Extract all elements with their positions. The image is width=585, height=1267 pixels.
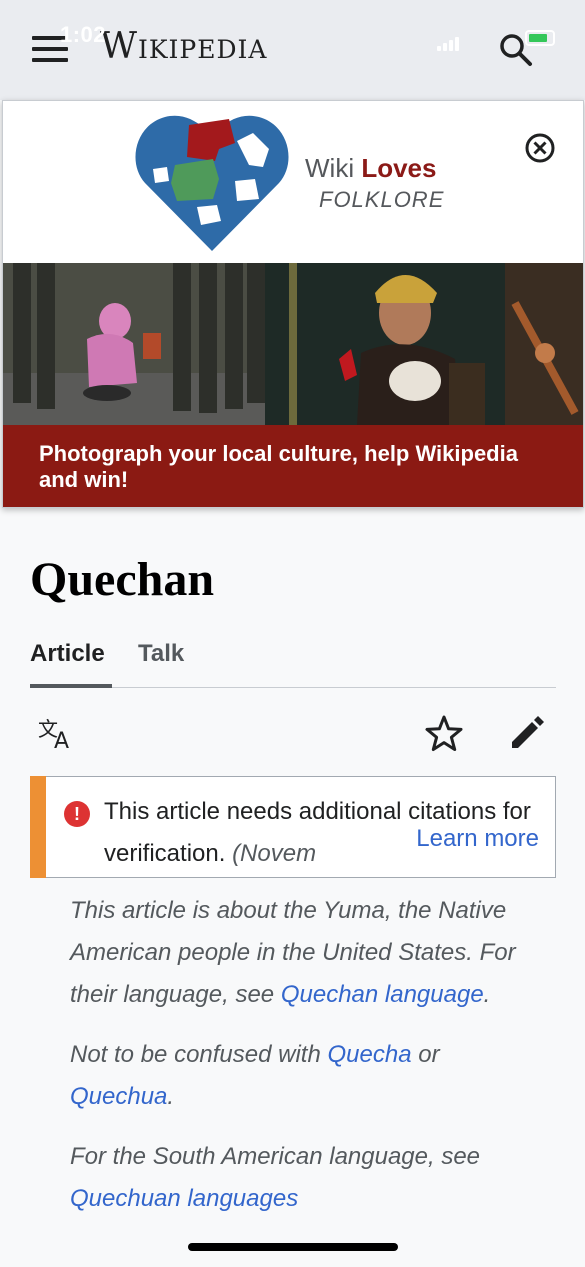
status-time: 1:02	[60, 22, 107, 47]
alert-icon: !	[64, 801, 90, 827]
close-icon[interactable]	[523, 131, 557, 165]
banner-cta-text[interactable]: Photograph your local culture, help Wiki…	[3, 425, 583, 507]
hatnotes: This article is about the Yuma, the Nati…	[70, 890, 550, 1238]
banner-logo-title: Wiki Loves	[305, 153, 437, 183]
language-icon[interactable]: 文 A	[36, 714, 76, 754]
hatnote-about: This article is about the Yuma, the Nati…	[70, 897, 516, 1008]
link-quechan-language[interactable]: Quechan language	[281, 981, 484, 1008]
cellular-signal-icon	[437, 32, 461, 51]
banner-photo-goddess	[265, 263, 505, 425]
notice-warning-bar	[30, 776, 46, 878]
hatnote-confused: Not to be confused with Quecha or Quechu…	[70, 1041, 440, 1110]
puzzle-heart-logo	[135, 115, 289, 251]
link-quecha[interactable]: Quecha	[327, 1041, 411, 1068]
search-icon[interactable]	[496, 30, 536, 70]
banner-photo-soldiers	[3, 263, 265, 425]
tab-article[interactable]: Article	[30, 640, 105, 668]
notice-date: (Novem	[232, 840, 317, 867]
article-tabs: Article Talk	[30, 640, 556, 688]
top-app-bar: Wikipedia 1:02	[0, 0, 585, 100]
wikipedia-wordmark[interactable]: Wikipedia	[100, 26, 267, 67]
edit-pencil-icon[interactable]	[508, 712, 548, 752]
citation-notice[interactable]: ! This article needs additional citation…	[30, 776, 556, 878]
star-icon[interactable]	[424, 714, 464, 754]
banner-logo-subtitle: FOLKLORE	[319, 187, 445, 212]
page-title: Quechan	[30, 553, 215, 606]
banner-photo-strip	[3, 263, 583, 425]
home-indicator[interactable]	[188, 1243, 398, 1251]
hatnote-south-american: For the South American language, see Que…	[70, 1143, 481, 1212]
svg-text:A: A	[54, 729, 69, 754]
wiki-loves-folklore-banner[interactable]: Wiki Loves FOLKLORE Photograph your loca…	[2, 100, 584, 508]
learn-more-link[interactable]: Learn more	[416, 825, 539, 853]
link-quechua[interactable]: Quechua	[70, 1083, 167, 1110]
banner-photo-instrument	[505, 263, 583, 425]
page-actions: 文 A	[30, 708, 556, 758]
banner-logo-area: Wiki Loves FOLKLORE	[3, 101, 583, 263]
tab-talk[interactable]: Talk	[138, 640, 184, 668]
active-tab-indicator	[30, 684, 112, 688]
link-quechuan-languages[interactable]: Quechuan languages	[70, 1185, 298, 1212]
